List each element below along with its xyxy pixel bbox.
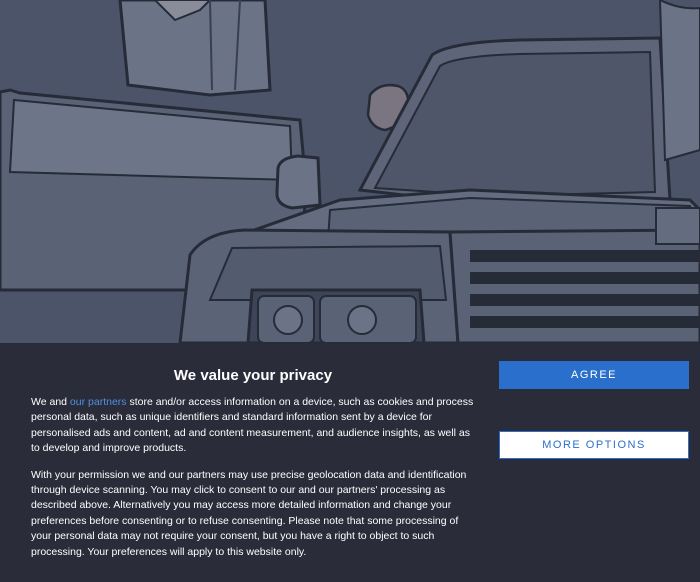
consent-paragraph-1-before: We and [31,396,70,408]
privacy-consent-banner: We value your privacy We and our partner… [0,343,700,582]
background-illustration [0,0,700,343]
more-options-button[interactable]: MORE OPTIONS [499,431,689,459]
consent-paragraph-1: We and our partners store and/or access … [31,395,475,457]
agree-button[interactable]: AGREE [499,361,689,389]
consent-paragraph-2: With your permission we and our partners… [31,468,467,558]
consent-title: We value your privacy [173,367,333,384]
our-partners-link[interactable]: our partners [70,396,127,408]
consent-text-block: We value your privacy We and our partner… [31,367,475,571]
